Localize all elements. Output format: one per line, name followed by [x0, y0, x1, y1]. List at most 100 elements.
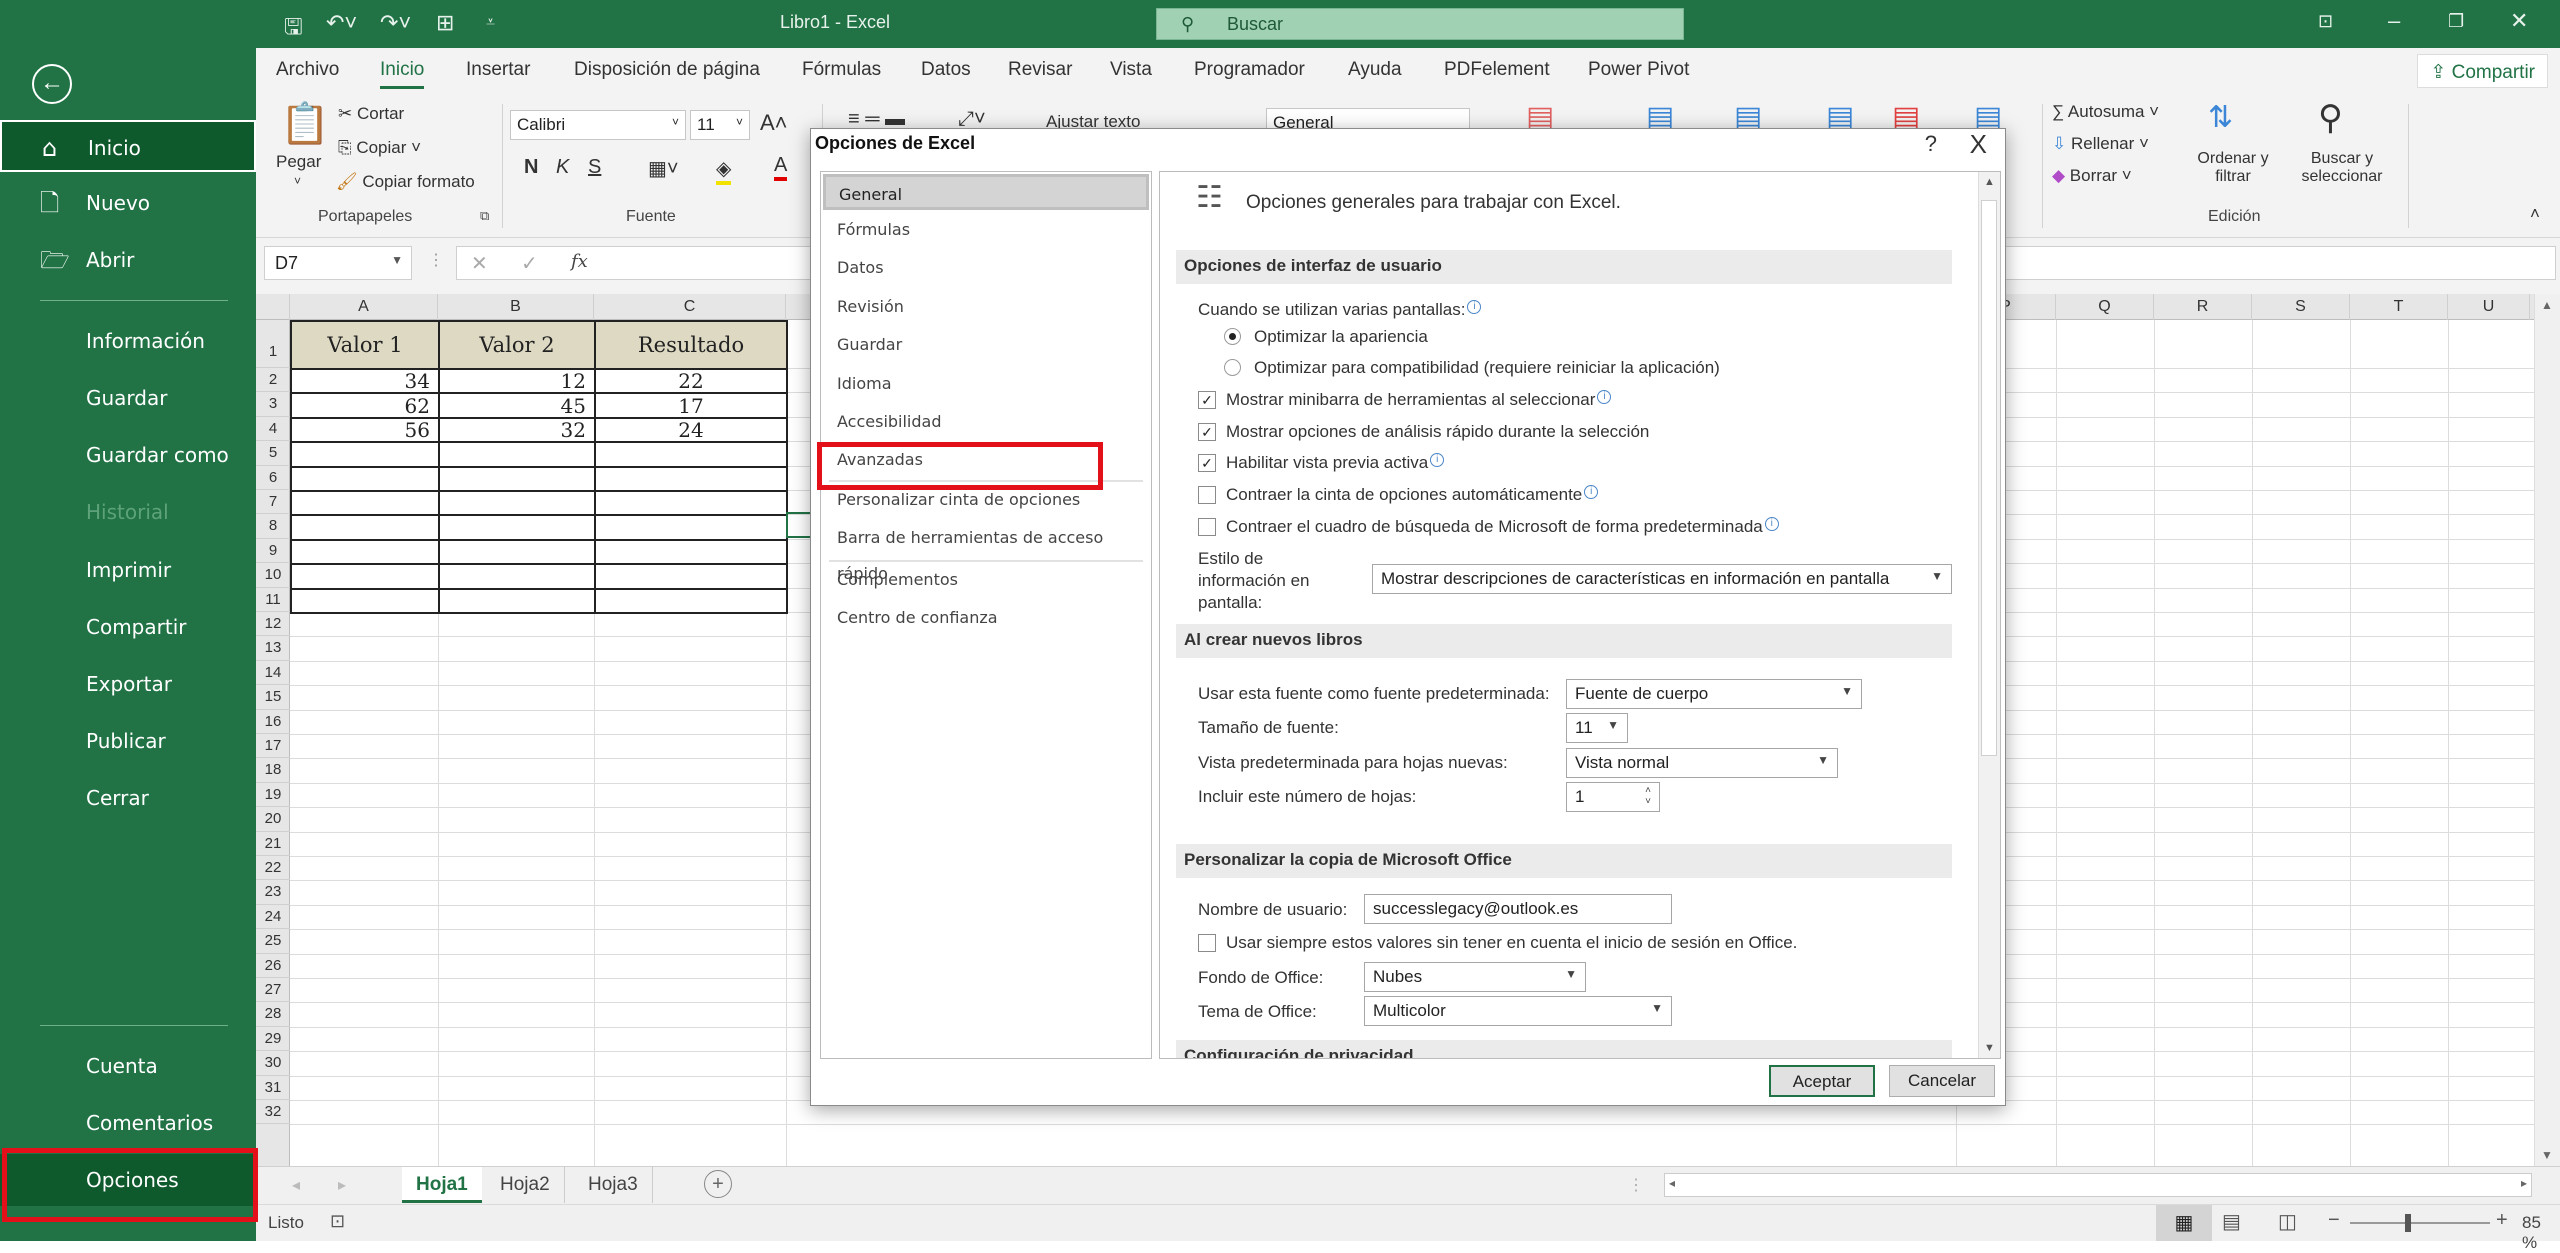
- checkbox-collapse-search[interactable]: [1198, 518, 1216, 536]
- office-theme-select[interactable]: Multicolor ▼: [1364, 996, 1672, 1026]
- row-header[interactable]: 8: [256, 514, 290, 539]
- scroll-down-icon[interactable]: ▼: [1984, 1042, 1995, 1054]
- scroll-down-icon[interactable]: ▼: [2541, 1148, 2553, 1162]
- help-button[interactable]: ?: [1925, 131, 1937, 157]
- sheet-tab-hoja3[interactable]: Hoja3: [574, 1167, 653, 1203]
- default-view-select[interactable]: Vista normal ▼: [1566, 748, 1838, 778]
- checkbox-quick-analysis-label[interactable]: Mostrar opciones de análisis rápido dura…: [1226, 422, 1649, 442]
- font-name-select[interactable]: Calibri ˅: [510, 110, 686, 140]
- table-cell[interactable]: [290, 514, 440, 541]
- table-cell[interactable]: [438, 465, 596, 492]
- row-header[interactable]: 28: [256, 1002, 290, 1027]
- table-cell[interactable]: [438, 563, 596, 590]
- column-header[interactable]: U: [2448, 294, 2530, 320]
- checkbox-quick-analysis[interactable]: ✓: [1198, 423, 1216, 441]
- row-header[interactable]: 1: [256, 320, 290, 368]
- row-header[interactable]: 17: [256, 734, 290, 759]
- table-icon[interactable]: ⊞: [436, 10, 454, 36]
- column-header[interactable]: C: [594, 294, 786, 320]
- search-box[interactable]: ⚲ Buscar: [1156, 8, 1684, 40]
- page-break-icon[interactable]: ◫: [2278, 1209, 2297, 1234]
- checkbox-always-use-label[interactable]: Usar siempre estos valores sin tener en …: [1226, 933, 1797, 953]
- scroll-up-icon[interactable]: ▲: [1984, 176, 1995, 188]
- zoom-in-button[interactable]: +: [2496, 1209, 2508, 1232]
- column-header[interactable]: A: [290, 294, 438, 320]
- bold-button[interactable]: N: [524, 156, 538, 179]
- row-header[interactable]: 10: [256, 563, 290, 588]
- row-header[interactable]: 4: [256, 417, 290, 442]
- table-cell[interactable]: 32: [438, 416, 596, 444]
- checkbox-collapse-ribbon-label[interactable]: Contraer la cinta de opciones automática…: [1226, 485, 1599, 505]
- select-all-corner[interactable]: [256, 294, 290, 320]
- tab-ayuda[interactable]: Ayuda: [1348, 59, 1402, 81]
- row-header[interactable]: 6: [256, 466, 290, 490]
- checkbox-minibar-label[interactable]: Mostrar minibarra de herramientas al sel…: [1226, 390, 1612, 410]
- table-cell[interactable]: 56: [290, 416, 440, 444]
- radio-optimize-compat[interactable]: [1224, 359, 1241, 376]
- scroll-up-icon[interactable]: ▲: [2541, 298, 2553, 312]
- nav-item-barra-acceso-rapido[interactable]: Barra de herramientas de acceso rápido: [821, 520, 1151, 583]
- cut-button[interactable]: ✂ Cortar: [338, 104, 404, 124]
- row-header[interactable]: 3: [256, 392, 290, 417]
- back-arrow-icon[interactable]: ←: [32, 64, 72, 104]
- row-header[interactable]: 26: [256, 954, 290, 978]
- scroll-left-icon[interactable]: ◂: [1669, 1176, 1675, 1190]
- table-header-cell[interactable]: Valor 1: [290, 320, 440, 370]
- tab-pdfelement[interactable]: PDFelement: [1444, 59, 1550, 81]
- fill-color-icon[interactable]: ◈: [716, 156, 732, 185]
- scroll-right-icon[interactable]: ▸: [2521, 1176, 2527, 1190]
- table-cell[interactable]: [438, 514, 596, 541]
- row-header[interactable]: 29: [256, 1027, 290, 1052]
- row-header[interactable]: 15: [256, 685, 290, 710]
- row-header[interactable]: 16: [256, 710, 290, 734]
- column-header[interactable]: B: [438, 294, 594, 320]
- sidebar-item-publicar[interactable]: Publicar: [0, 715, 256, 767]
- font-size-select[interactable]: 11 ▼: [1566, 713, 1628, 743]
- row-header[interactable]: 23: [256, 880, 290, 905]
- row-header[interactable]: 19: [256, 783, 290, 808]
- table-cell[interactable]: [594, 514, 788, 541]
- nav-item-personalizar-cinta[interactable]: Personalizar cinta de opciones: [821, 482, 1151, 518]
- close-dialog-button[interactable]: X: [1970, 129, 1987, 160]
- nav-item-formulas[interactable]: Fórmulas: [821, 212, 1151, 248]
- sidebar-item-guardar[interactable]: Guardar: [0, 372, 256, 424]
- sheet-tab-hoja1[interactable]: Hoja1: [402, 1167, 482, 1203]
- autosum-button[interactable]: ∑ Autosuma ˅: [2052, 102, 2159, 122]
- zoom-slider-thumb[interactable]: [2405, 1214, 2412, 1232]
- find-select-button[interactable]: Buscar y seleccionar: [2292, 150, 2392, 186]
- sort-filter-icon[interactable]: ⇅: [2208, 100, 2233, 135]
- tab-power-pivot[interactable]: Power Pivot: [1588, 59, 1689, 81]
- nav-item-complementos[interactable]: Complementos: [821, 562, 1151, 598]
- tab-vista[interactable]: Vista: [1110, 59, 1152, 81]
- sort-filter-button[interactable]: Ordenar y filtrar: [2192, 150, 2274, 186]
- zoom-slider[interactable]: [2350, 1214, 2490, 1232]
- nav-item-datos[interactable]: Datos: [821, 250, 1151, 286]
- tab-insertar[interactable]: Insertar: [466, 59, 530, 81]
- radio-optimize-compat-label[interactable]: Optimizar para compatibilidad (requiere …: [1254, 358, 1720, 378]
- font-color-icon[interactable]: A: [774, 154, 788, 181]
- sidebar-item-abrir[interactable]: 🗁 Abrir: [0, 234, 256, 286]
- row-header[interactable]: 25: [256, 929, 290, 954]
- enter-icon[interactable]: ✓: [521, 251, 538, 276]
- format-painter-button[interactable]: 🖌 Copiar formato: [336, 172, 475, 192]
- checkbox-always-use[interactable]: [1198, 934, 1216, 952]
- default-font-select[interactable]: Fuente de cuerpo ▼: [1566, 679, 1862, 709]
- table-cell[interactable]: [290, 587, 440, 614]
- tab-revisar[interactable]: Revisar: [1008, 59, 1072, 81]
- paste-dropdown-icon[interactable]: ˅: [294, 174, 301, 188]
- row-header[interactable]: 11: [256, 588, 290, 612]
- paste-button[interactable]: Pegar: [276, 152, 321, 172]
- table-cell[interactable]: [594, 465, 788, 492]
- font-size-select[interactable]: 11 ˅: [690, 110, 750, 140]
- cancel-button[interactable]: Cancelar: [1889, 1065, 1995, 1097]
- redo-icon[interactable]: ↷˅: [380, 10, 411, 36]
- sidebar-item-compartir[interactable]: Compartir: [0, 601, 256, 653]
- share-button[interactable]: ⇪ Compartir: [2417, 54, 2548, 88]
- clear-button[interactable]: ◆ Borrar ˅: [2052, 166, 2132, 186]
- zoom-level[interactable]: 85 %: [2522, 1213, 2560, 1253]
- sidebar-item-cuenta[interactable]: Cuenta: [0, 1040, 256, 1092]
- row-header[interactable]: 12: [256, 612, 290, 637]
- sheet-tab-hoja2[interactable]: Hoja2: [486, 1167, 565, 1203]
- table-cell[interactable]: 17: [594, 392, 788, 419]
- table-cell[interactable]: [290, 465, 440, 492]
